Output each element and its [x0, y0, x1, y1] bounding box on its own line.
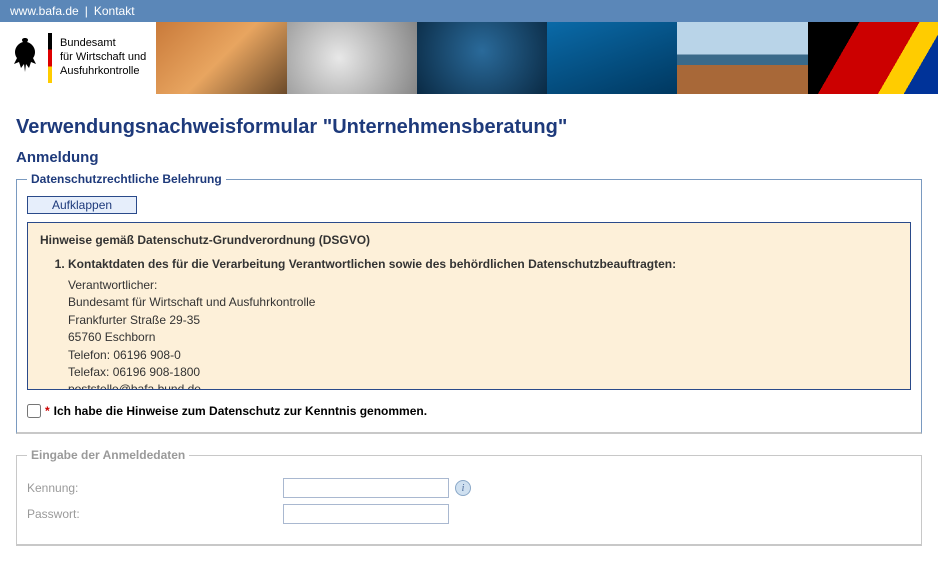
login-fieldset: Eingabe der Anmeldedaten Kennung: i Pass… [16, 448, 922, 546]
consent-checkbox[interactable] [27, 404, 41, 418]
pass-row: Passwort: [27, 504, 911, 524]
header: Bundesamt für Wirtschaft und Ausfuhrkont… [0, 22, 938, 94]
user-label: Kennung: [27, 481, 283, 495]
banner-image [417, 22, 547, 94]
notice-item: Kontaktdaten des für die Verarbeitung Ve… [68, 257, 898, 390]
notice-body: Verantwortlicher: Bundesamt für Wirtscha… [68, 277, 898, 390]
user-input[interactable] [283, 478, 449, 498]
page-title: Verwendungsnachweisformular "Unternehmen… [16, 116, 922, 139]
banner-image [808, 22, 938, 94]
top-bar: www.bafa.de | Kontakt [0, 0, 938, 22]
pass-input[interactable] [283, 504, 449, 524]
privacy-notice-box: Hinweise gemäß Datenschutz-Grundverordnu… [27, 222, 911, 390]
consent-row: * Ich habe die Hinweise zum Datenschutz … [27, 404, 911, 418]
eagle-icon [10, 36, 40, 80]
required-asterisk: * [45, 404, 50, 418]
logo-block: Bundesamt für Wirtschaft und Ausfuhrkont… [0, 22, 156, 94]
banner-image [677, 22, 807, 94]
banner-image [156, 22, 286, 94]
info-icon[interactable]: i [455, 480, 471, 496]
site-link[interactable]: www.bafa.de [10, 4, 79, 18]
privacy-legend: Datenschutzrechtliche Belehrung [27, 172, 226, 186]
banner-image [547, 22, 677, 94]
login-legend: Eingabe der Anmeldedaten [27, 448, 189, 462]
pass-label: Passwort: [27, 507, 283, 521]
toggle-button[interactable]: Aufklappen [27, 196, 137, 214]
banner-image [287, 22, 417, 94]
user-row: Kennung: i [27, 478, 911, 498]
german-flag-bar [48, 33, 52, 83]
notice-title: Hinweise gemäß Datenschutz-Grundverordnu… [40, 233, 898, 247]
consent-label: Ich habe die Hinweise zum Datenschutz zu… [54, 404, 427, 418]
privacy-fieldset: Datenschutzrechtliche Belehrung Aufklapp… [16, 172, 922, 434]
section-title: Anmeldung [16, 149, 922, 166]
separator: | [85, 4, 88, 18]
main-content: Verwendungsnachweisformular "Unternehmen… [0, 94, 938, 570]
agency-name: Bundesamt für Wirtschaft und Ausfuhrkont… [60, 37, 146, 78]
contact-link[interactable]: Kontakt [94, 4, 135, 18]
banner-images [156, 22, 938, 94]
